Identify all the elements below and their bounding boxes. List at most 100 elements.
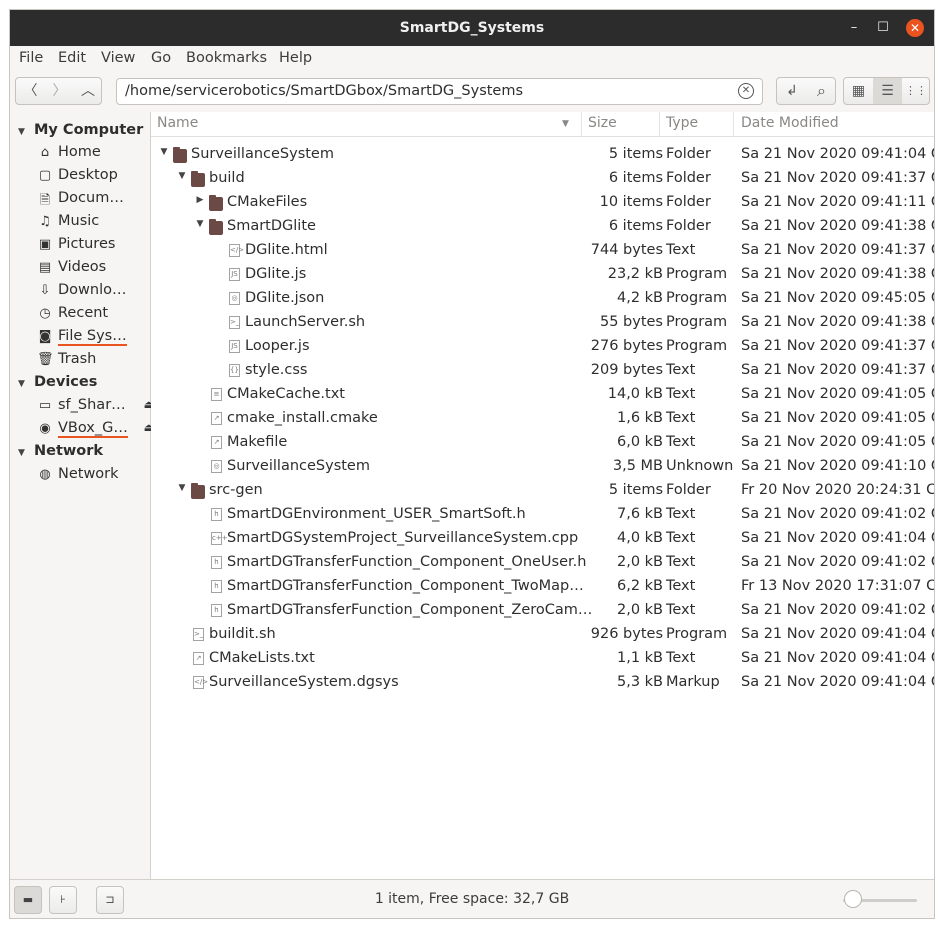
table-row[interactable]: JS Looper.js 276 bytes Program Sa 21 Nov 202… bbox=[151, 335, 934, 359]
up-icon[interactable]: ︿ bbox=[74, 78, 102, 104]
column-type[interactable]: Type bbox=[666, 115, 698, 131]
table-row[interactable]: ↗ Makefile 6,0 kB Text Sa 21 Nov 2020 09:41:… bbox=[151, 431, 934, 455]
table-row[interactable]: ≡ CMakeCache.txt 14,0 kB Text Sa 21 Nov 2020… bbox=[151, 383, 934, 407]
sidebar-section-devices[interactable]: ▼ Devices bbox=[18, 374, 97, 390]
table-row[interactable]: h SmartDGTransferFunction_Component_TwoMa… bbox=[151, 575, 934, 599]
sidebar-item-music[interactable]: ♫ Music bbox=[37, 213, 149, 235]
expander-icon[interactable]: ▼ bbox=[18, 379, 30, 389]
forward-icon[interactable]: 〉 bbox=[45, 78, 74, 104]
icon-view-icon[interactable]: ▦ bbox=[844, 78, 873, 104]
sidebar-item-home[interactable]: ⌂ Home bbox=[37, 144, 149, 166]
menu-edit[interactable]: Edit bbox=[58, 50, 86, 66]
compact-view-icon[interactable]: ⋮⋮ bbox=[902, 78, 930, 104]
file-icon: ↗ bbox=[211, 436, 222, 449]
table-row[interactable]: ▼ src-gen 5 items Folder Fr 20 Nov 2020 20:2… bbox=[151, 479, 934, 503]
table-row[interactable]: c++ SmartDGSystemProject_SurveillanceSyst… bbox=[151, 527, 934, 551]
table-row[interactable]: ↗ CMakeLists.txt 1,1 kB Text Sa 21 Nov 2020 … bbox=[151, 647, 934, 671]
expander-expanded-icon[interactable]: ▼ bbox=[177, 483, 187, 493]
sidebar-item-sf-share[interactable]: ▭ sf_Shar… ⏏ bbox=[37, 397, 154, 419]
list-view-icon[interactable]: ☰ bbox=[873, 78, 902, 104]
column-divider[interactable] bbox=[733, 112, 734, 136]
minimize-icon[interactable]: – bbox=[845, 19, 863, 37]
expander-icon[interactable]: ▼ bbox=[18, 127, 30, 137]
table-row[interactable]: ◎ DGlite.json 4,2 kB Program Sa 21 Nov 2020 … bbox=[151, 287, 934, 311]
file-list-view[interactable]: Name ▼ Size Type Date Modified ▼ Surveill… bbox=[151, 112, 934, 879]
file-size: 55 bytes bbox=[599, 314, 663, 330]
file-date-modified: Sa 21 Nov 2020 09:41:38 CET bbox=[741, 218, 934, 234]
sidebar-item-vbox[interactable]: ◉ VBox_G… ⏏ bbox=[37, 420, 154, 442]
table-row[interactable]: ▼ build 6 items Folder Sa 21 Nov 2020 09:41:… bbox=[151, 167, 934, 191]
nav-button-group: 〈 〉 ︿ bbox=[15, 77, 102, 105]
file-size: 6,0 kB bbox=[616, 434, 663, 450]
sidebar-item-videos[interactable]: ▤ Videos bbox=[37, 259, 149, 281]
table-row[interactable]: ▼ SurveillanceSystem 5 items Folder Sa 21 No… bbox=[151, 143, 934, 167]
column-divider[interactable] bbox=[581, 112, 582, 136]
menu-help[interactable]: Help bbox=[279, 50, 312, 66]
column-date-modified[interactable]: Date Modified bbox=[741, 115, 839, 131]
sidebar-item-downloads[interactable]: ⇩ Downlo… bbox=[37, 282, 149, 304]
toggle-location-icon[interactable]: ↲ bbox=[777, 78, 807, 104]
location-path[interactable]: /home/servicerobotics/SmartDGbox/SmartDG… bbox=[125, 83, 523, 99]
file-icon: </> bbox=[229, 244, 244, 257]
column-divider[interactable] bbox=[659, 112, 660, 136]
title-bar[interactable]: SmartDG_Systems – ☐ ✕ bbox=[10, 10, 934, 46]
file-name: build bbox=[209, 170, 245, 186]
menu-file[interactable]: File bbox=[19, 50, 43, 66]
menu-view[interactable]: View bbox=[101, 50, 135, 66]
column-size[interactable]: Size bbox=[588, 115, 617, 131]
search-icon[interactable]: ⌕ bbox=[807, 78, 836, 104]
table-row[interactable]: h SmartDGEnvironment_USER_SmartSoft.h 7,6 … bbox=[151, 503, 934, 527]
table-row[interactable]: ▼ SmartDGlite 6 items Folder Sa 21 Nov 2020 … bbox=[151, 215, 934, 239]
back-icon[interactable]: 〈 bbox=[16, 78, 45, 104]
table-row[interactable]: ◎ SurveillanceSystem 3,5 MB Unknown Sa 21 No… bbox=[151, 455, 934, 479]
file-date-modified: Sa 21 Nov 2020 09:41:37 CET bbox=[741, 338, 934, 354]
sidebar-item-desktop[interactable]: ▢ Desktop bbox=[37, 167, 149, 189]
column-name[interactable]: Name bbox=[157, 115, 198, 131]
clear-icon[interactable]: ✕ bbox=[738, 83, 754, 99]
expander-expanded-icon[interactable]: ▼ bbox=[177, 171, 187, 181]
file-type: Folder bbox=[666, 482, 711, 498]
table-row[interactable]: ▶ CMakeFiles 10 items Folder Sa 21 Nov 2020 … bbox=[151, 191, 934, 215]
table-row[interactable]: JS DGlite.js 23,2 kB Program Sa 21 Nov 2020 … bbox=[151, 263, 934, 287]
file-name: SurveillanceSystem.dgsys bbox=[209, 674, 399, 690]
sidebar-section-network[interactable]: ▼ Network bbox=[18, 443, 103, 459]
file-icon: h bbox=[211, 556, 222, 569]
sidebar-item-documents[interactable]: 🗎 Docum… bbox=[37, 190, 149, 212]
table-row[interactable]: >_ buildit.sh 926 bytes Program Sa 21 Nov 20… bbox=[151, 623, 934, 647]
expander-expanded-icon[interactable]: ▼ bbox=[195, 219, 205, 229]
file-type: Folder bbox=[666, 218, 711, 234]
sidebar-section-title: Network bbox=[34, 443, 104, 459]
maximize-icon[interactable]: ☐ bbox=[874, 19, 892, 37]
sidebar-item-trash[interactable]: 🗑 Trash bbox=[37, 351, 149, 373]
sidebar-item-file-system[interactable]: ◙ File Sys… bbox=[37, 328, 149, 350]
file-icon: JS bbox=[229, 268, 240, 281]
sidebar-section-my-computer[interactable]: ▼ My Computer bbox=[18, 122, 143, 138]
sidebar-item-label: Desktop bbox=[58, 167, 118, 183]
table-row[interactable]: h SmartDGTransferFunction_Component_ZeroC… bbox=[151, 599, 934, 623]
sidebar-item-recent[interactable]: ◷ Recent bbox=[37, 305, 149, 327]
sidebar-item-network[interactable]: ◍ Network bbox=[37, 466, 149, 488]
close-icon[interactable]: ✕ bbox=[906, 19, 924, 37]
sidebar-item-pictures[interactable]: ▣ Pictures bbox=[37, 236, 149, 258]
file-size: 5,3 kB bbox=[616, 674, 663, 690]
file-size: 6,2 kB bbox=[616, 578, 663, 594]
sort-desc-icon[interactable]: ▼ bbox=[562, 119, 569, 129]
expander-collapsed-icon[interactable]: ▶ bbox=[195, 195, 205, 205]
file-name: CMakeLists.txt bbox=[209, 650, 315, 666]
table-row[interactable]: h SmartDGTransferFunction_Component_OneUs… bbox=[151, 551, 934, 575]
table-row[interactable]: ↗ cmake_install.cmake 1,6 kB Text Sa 21 Nov … bbox=[151, 407, 934, 431]
menu-bookmarks[interactable]: Bookmarks bbox=[186, 50, 267, 66]
file-icon: h bbox=[211, 508, 222, 521]
expander-icon[interactable]: ▼ bbox=[18, 448, 30, 458]
expander-expanded-icon[interactable]: ▼ bbox=[159, 147, 169, 157]
table-row[interactable]: </> SurveillanceSystem.dgsys 5,3 kB Markup S… bbox=[151, 671, 934, 695]
file-icon: {} bbox=[229, 364, 240, 377]
menu-go[interactable]: Go bbox=[151, 50, 171, 66]
location-bar[interactable]: /home/servicerobotics/SmartDGbox/SmartDG… bbox=[116, 78, 763, 105]
table-row[interactable]: >_ LaunchServer.sh 55 bytes Program Sa 21 No… bbox=[151, 311, 934, 335]
table-row[interactable]: {} style.css 209 bytes Text Sa 21 Nov 2020 0… bbox=[151, 359, 934, 383]
file-icon: JS bbox=[229, 340, 240, 353]
table-row[interactable]: </> DGlite.html 744 bytes Text Sa 21 Nov 202… bbox=[151, 239, 934, 263]
file-size: 4,0 kB bbox=[616, 530, 663, 546]
zoom-slider-handle[interactable] bbox=[844, 890, 862, 908]
